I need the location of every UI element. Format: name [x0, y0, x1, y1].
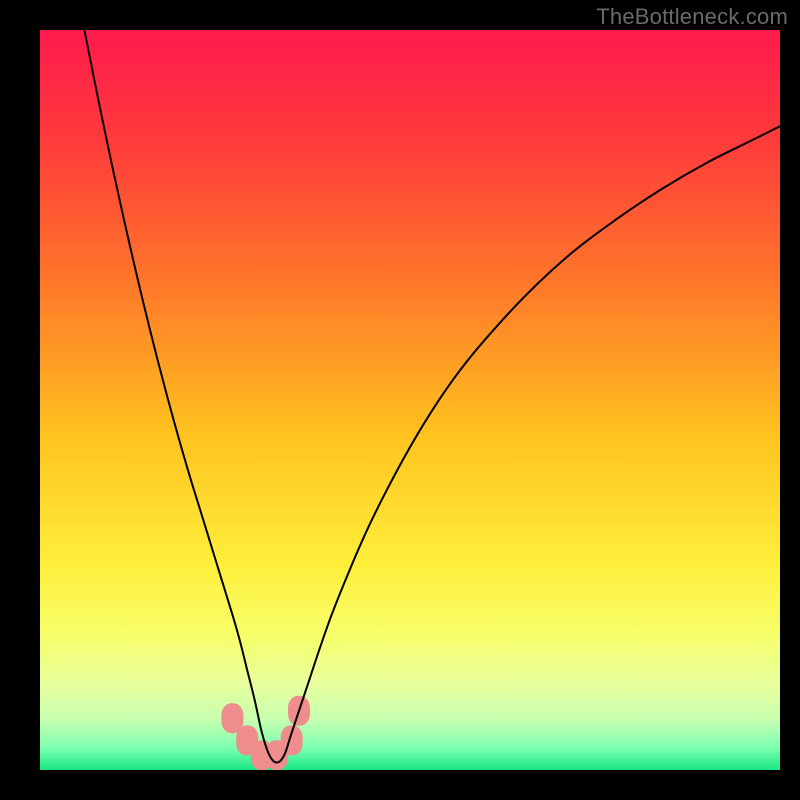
chart-frame: TheBottleneck.com — [0, 0, 800, 800]
plot-area — [40, 30, 780, 770]
watermark-text: TheBottleneck.com — [596, 4, 788, 30]
chart-svg — [40, 30, 780, 770]
gradient-background — [40, 30, 780, 770]
